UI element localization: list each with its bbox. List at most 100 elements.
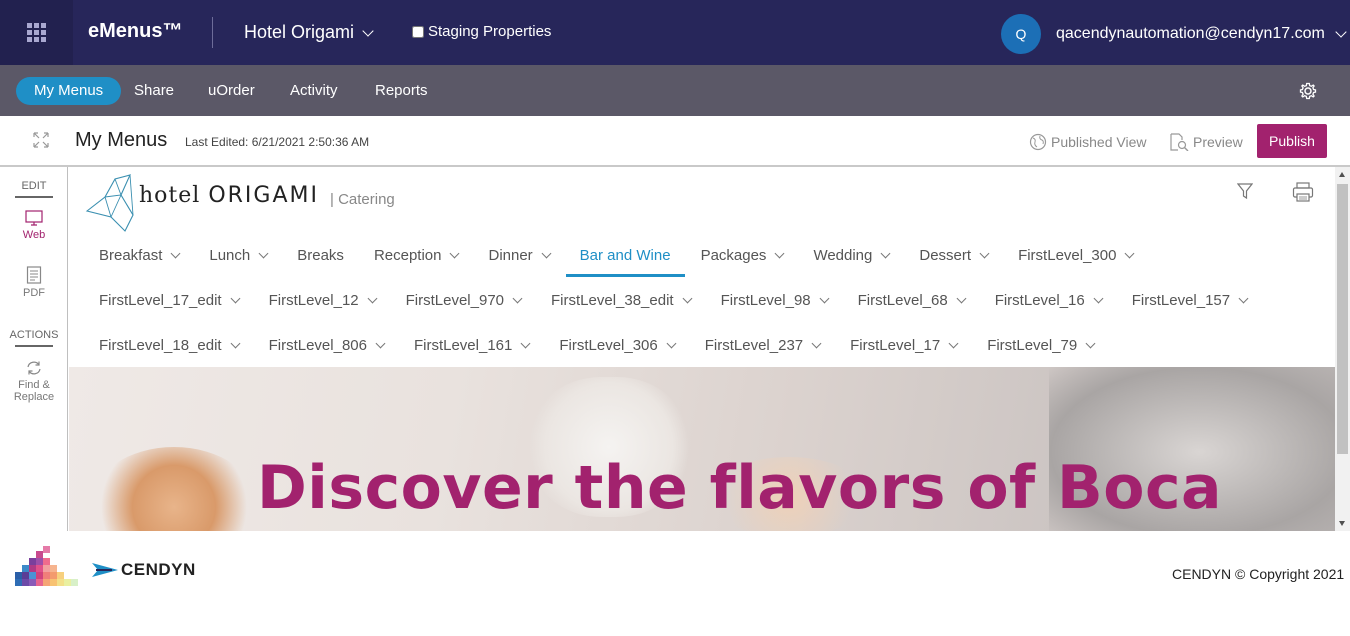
copyright: CENDYN © Copyright 2021 <box>1172 566 1345 582</box>
find-replace-button[interactable]: Find & Replace <box>0 360 68 403</box>
user-menu[interactable]: qacendynautomation@cendyn17.com <box>1056 25 1347 43</box>
staging-checkbox[interactable] <box>412 25 424 38</box>
menu-item-label: Reception <box>373 246 442 264</box>
last-edited: Last Edited: 6/21/2021 2:50:36 AM <box>185 135 370 149</box>
menu-item[interactable]: FirstLevel_161 <box>414 327 531 363</box>
grid-icon <box>27 23 46 42</box>
avatar[interactable]: Q <box>1001 14 1041 54</box>
chevron-down-icon <box>541 248 552 258</box>
expand-icon[interactable] <box>33 132 49 148</box>
menu-item[interactable]: FirstLevel_68 <box>858 282 967 318</box>
chevron-down-icon <box>1125 248 1135 258</box>
menu-item[interactable]: FirstLevel_38_edit <box>551 282 693 318</box>
menu-item[interactable]: Packages <box>700 237 785 273</box>
monitor-icon <box>25 210 43 226</box>
logo-wordmark: hotel ORIGAMI <box>139 183 319 208</box>
menu-item[interactable]: Dinner <box>488 237 552 273</box>
menu-item-label: FirstLevel_806 <box>268 336 367 354</box>
menu-item-label: Lunch <box>209 246 251 264</box>
chevron-down-icon <box>1335 26 1347 38</box>
menu-item-label: FirstLevel_79 <box>987 336 1078 354</box>
menu-item[interactable]: FirstLevel_157 <box>1132 282 1249 318</box>
menu-item[interactable]: Dessert <box>919 237 990 273</box>
chevron-down-icon <box>948 338 959 348</box>
publish-button[interactable]: Publish <box>1257 124 1327 158</box>
scroll-down-icon[interactable] <box>1339 521 1345 526</box>
menu-item[interactable]: FirstLevel_237 <box>705 327 822 363</box>
vertical-scrollbar[interactable] <box>1335 167 1350 531</box>
divider <box>15 345 53 347</box>
menu-item-label: Wedding <box>813 246 873 264</box>
filter-icon[interactable] <box>1237 182 1253 200</box>
menu-nav-row-3: FirstLevel_18_edit FirstLevel_806 FirstL… <box>99 327 1124 363</box>
menu-nav-row-1: Breakfast Lunch Breaks Reception Dinner … <box>99 237 1163 277</box>
menu-nav-row-2: FirstLevel_17_edit FirstLevel_12 FirstLe… <box>99 282 1277 318</box>
menu-item-label: Breaks <box>297 246 344 264</box>
menu-item-label: FirstLevel_17_edit <box>99 291 222 309</box>
property-selector[interactable]: Hotel Origami <box>244 22 374 43</box>
menu-item[interactable]: FirstLevel_79 <box>987 327 1096 363</box>
preview-label: Preview <box>1193 134 1243 150</box>
print-icon[interactable] <box>1292 181 1314 203</box>
pdf-mode-button[interactable]: PDF <box>0 266 68 299</box>
chevron-down-icon <box>1085 338 1096 348</box>
menu-item[interactable]: FirstLevel_16 <box>994 282 1104 318</box>
chevron-down-icon <box>512 293 523 303</box>
menu-item[interactable]: Breaks <box>297 237 344 273</box>
menu-item[interactable]: FirstLevel_12 <box>269 282 378 318</box>
chevron-down-icon <box>1238 293 1249 303</box>
chevron-down-icon <box>979 248 990 258</box>
chevron-down-icon <box>367 293 378 303</box>
menu-item-active[interactable]: Bar and Wine <box>565 237 685 277</box>
chevron-down-icon <box>230 338 241 348</box>
footer-brand: CENDYN <box>92 560 196 580</box>
menu-item[interactable]: FirstLevel_806 <box>268 327 386 363</box>
logo-word-hotel: hotel <box>139 183 201 208</box>
scrollbar-thumb[interactable] <box>1337 184 1348 454</box>
nav-my-menus[interactable]: My Menus <box>16 77 122 105</box>
menu-item[interactable]: Reception <box>373 237 460 273</box>
web-label: Web <box>22 229 46 241</box>
preview-button[interactable]: Preview <box>1169 133 1243 151</box>
menu-item-label: FirstLevel_306 <box>559 336 658 354</box>
menu-item-label: FirstLevel_300 <box>1018 246 1117 264</box>
hero-banner: Discover the flavors of Boca <box>69 367 1335 531</box>
nav-activity[interactable]: Activity <box>272 77 356 105</box>
menu-item[interactable]: FirstLevel_17 <box>850 327 959 363</box>
menu-item[interactable]: FirstLevel_970 <box>406 282 523 318</box>
menu-item[interactable]: FirstLevel_98 <box>721 282 830 318</box>
find-replace-label-2: Replace <box>13 391 55 403</box>
staging-properties-toggle[interactable]: Staging Properties <box>412 23 551 40</box>
menu-item-label: Packages <box>700 246 767 264</box>
menu-item-label: FirstLevel_17 <box>850 336 941 354</box>
menu-item[interactable]: Lunch <box>209 237 269 273</box>
nav-uorder[interactable]: uOrder <box>190 77 273 105</box>
menu-item[interactable]: FirstLevel_17_edit <box>99 282 241 318</box>
web-mode-button[interactable]: Web <box>0 210 68 241</box>
nav-share[interactable]: Share <box>116 77 192 105</box>
app-launcher-button[interactable] <box>0 0 73 65</box>
scroll-up-icon[interactable] <box>1339 172 1345 177</box>
menu-item[interactable]: Wedding <box>813 237 891 273</box>
staging-label: Staging Properties <box>428 23 552 40</box>
chevron-down-icon <box>666 338 677 348</box>
edit-header-label: EDIT <box>21 180 47 192</box>
menu-item-label: Dinner <box>488 246 533 264</box>
cendyn-mosaic-logo <box>15 546 78 586</box>
menu-item[interactable]: FirstLevel_300 <box>1018 237 1135 273</box>
divider <box>15 196 53 198</box>
chevron-down-icon <box>819 293 830 303</box>
chevron-down-icon <box>375 338 386 348</box>
nav-reports[interactable]: Reports <box>357 77 446 105</box>
gear-icon[interactable] <box>1298 81 1318 101</box>
chevron-down-icon <box>880 248 891 258</box>
footer-brand-label: CENDYN <box>121 560 196 579</box>
menu-item[interactable]: Breakfast <box>99 237 181 273</box>
chevron-down-icon <box>170 248 181 258</box>
menu-item[interactable]: FirstLevel_306 <box>559 327 677 363</box>
menu-item-label: FirstLevel_38_edit <box>551 291 674 309</box>
published-view-button[interactable]: Published View <box>1029 133 1146 151</box>
menu-item-label: FirstLevel_18_edit <box>99 336 222 354</box>
menu-item[interactable]: FirstLevel_18_edit <box>99 327 241 363</box>
menu-item-label: FirstLevel_16 <box>994 291 1085 309</box>
